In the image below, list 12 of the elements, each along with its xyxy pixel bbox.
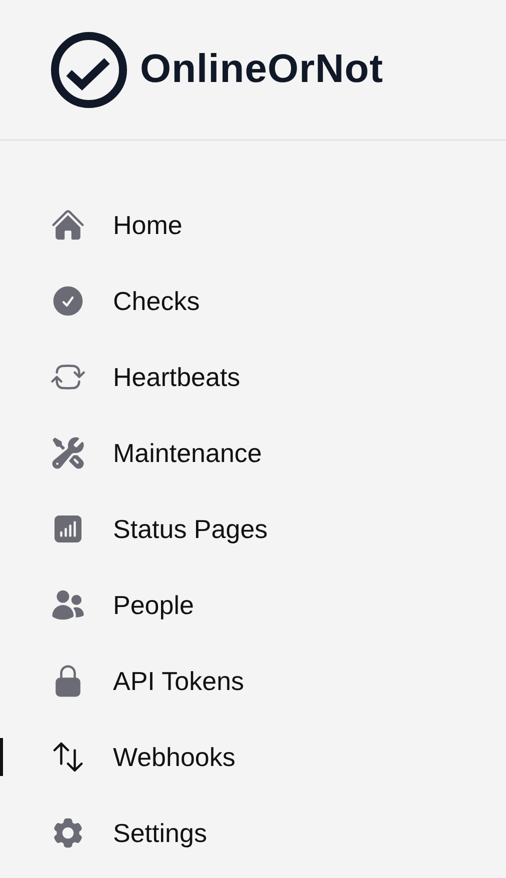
nav-item[interactable]: Webhooks [0, 719, 506, 795]
nav-item[interactable]: Home [0, 187, 506, 263]
nav-item[interactable]: Settings [0, 795, 506, 871]
nav-item[interactable]: Heartbeats [0, 339, 506, 415]
nav-item[interactable]: Maintenance [0, 415, 506, 491]
brand-name: OnlineOrNot [140, 47, 384, 92]
active-indicator [0, 738, 3, 776]
nav-item[interactable]: People [0, 567, 506, 643]
nav-item[interactable]: Status Pages [0, 491, 506, 567]
nav-item[interactable]: Checks [0, 263, 506, 339]
nav-item[interactable]: API Tokens [0, 643, 506, 719]
logo-check-circle-icon [50, 30, 128, 108]
